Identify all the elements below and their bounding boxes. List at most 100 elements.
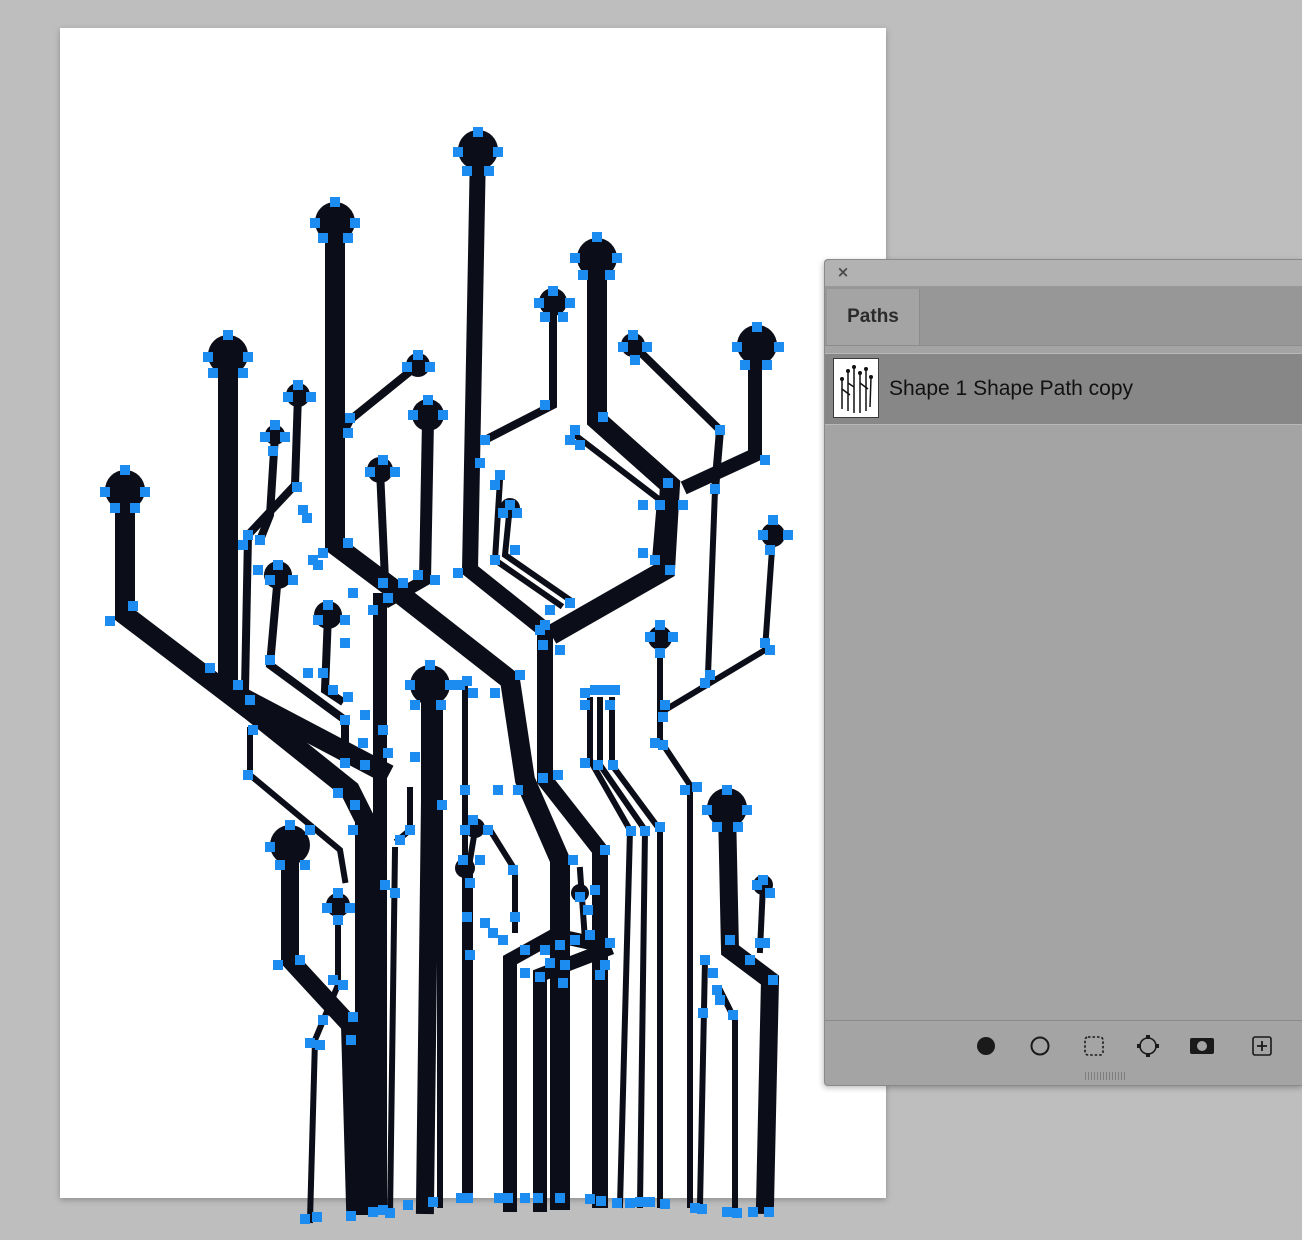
anchor-point (575, 440, 585, 450)
anchor-point (413, 570, 423, 580)
anchor-point (660, 700, 670, 710)
anchor-point (702, 805, 712, 815)
anchor-point (208, 368, 218, 378)
anchor-point (533, 1193, 543, 1203)
anchor-point (545, 958, 555, 968)
load-selection-icon[interactable] (1081, 1033, 1107, 1059)
anchor-point (555, 645, 565, 655)
anchor-point (568, 855, 578, 865)
anchor-point (405, 680, 415, 690)
anchor-point (453, 568, 463, 578)
panel-resize-grip[interactable] (1085, 1072, 1125, 1080)
anchor-point (493, 147, 503, 157)
anchor-point (265, 655, 275, 665)
anchor-point (360, 760, 370, 770)
anchor-point (223, 330, 233, 340)
anchor-point (558, 978, 568, 988)
anchor-point (378, 455, 388, 465)
anchor-point (350, 218, 360, 228)
anchor-point (378, 578, 388, 588)
anchor-point (255, 535, 265, 545)
anchor-point (658, 712, 668, 722)
fill-path-icon[interactable] (973, 1033, 999, 1059)
anchor-point (425, 362, 435, 372)
make-work-path-icon[interactable] (1135, 1033, 1161, 1059)
anchor-point (343, 538, 353, 548)
anchor-point (655, 822, 665, 832)
anchor-point (783, 530, 793, 540)
anchor-point (343, 233, 353, 243)
anchor-point (540, 400, 550, 410)
anchor-point (378, 725, 388, 735)
anchor-point (483, 825, 493, 835)
anchor-point (273, 560, 283, 570)
anchor-point (508, 865, 518, 875)
anchor-point (315, 1040, 325, 1050)
trace (715, 985, 738, 1213)
anchor-point (233, 680, 243, 690)
anchor-point (288, 575, 298, 585)
anchor-point (345, 413, 355, 423)
anchor-point (410, 700, 420, 710)
add-mask-icon[interactable] (1189, 1033, 1215, 1059)
anchor-point (305, 825, 315, 835)
anchor-point (268, 446, 278, 456)
anchor-point (590, 885, 600, 895)
anchor-point (295, 955, 305, 965)
anchor-point (348, 588, 358, 598)
anchor-point (555, 940, 565, 950)
anchor-point (238, 540, 248, 550)
anchor-point (512, 508, 522, 518)
anchor-point (462, 676, 472, 686)
anchor-point (430, 575, 440, 585)
anchor-point (715, 425, 725, 435)
anchor-point (458, 855, 468, 865)
anchor-point (330, 197, 340, 207)
anchor-point (475, 855, 485, 865)
anchor-point (578, 270, 588, 280)
anchor-point (346, 1035, 356, 1045)
anchor-point (592, 232, 602, 242)
anchor-point (600, 685, 610, 695)
anchor-point (535, 625, 545, 635)
close-icon[interactable]: × (835, 264, 851, 280)
path-list-item[interactable]: Shape 1 Shape Path copy (825, 353, 1302, 425)
anchor-point (692, 782, 702, 792)
stroke-path-icon[interactable] (1027, 1033, 1053, 1059)
anchor-point (608, 760, 618, 770)
trace-terminals (105, 130, 785, 917)
panel-titlebar[interactable]: × (825, 260, 1302, 287)
anchor-point (453, 147, 463, 157)
anchor-point (462, 912, 472, 922)
anchor-point (764, 1207, 774, 1217)
anchor-point (340, 638, 350, 648)
anchor-point (385, 1208, 395, 1218)
anchor-point (303, 668, 313, 678)
anchor-point (610, 685, 620, 695)
anchor-point (575, 892, 585, 902)
new-path-icon[interactable] (1249, 1033, 1275, 1059)
anchor-point (110, 503, 120, 513)
anchor-point (238, 368, 248, 378)
trace (660, 531, 777, 715)
tab-paths[interactable]: Paths (827, 289, 920, 345)
anchor-point (605, 938, 615, 948)
anchor-point (732, 1208, 742, 1218)
anchor-point (545, 605, 555, 615)
anchor-point (380, 880, 390, 890)
anchor-point (410, 752, 420, 762)
anchor-point (390, 888, 400, 898)
anchor-point (697, 1204, 707, 1214)
anchor-point (534, 298, 544, 308)
anchor-point (503, 1193, 513, 1203)
anchor-point (498, 935, 508, 945)
anchor-point (642, 342, 652, 352)
anchor-point (318, 1015, 328, 1025)
anchor-point (765, 645, 775, 655)
anchor-point (310, 218, 320, 228)
anchor-point (462, 166, 472, 176)
anchor-point (333, 915, 343, 925)
anchor-point (598, 412, 608, 422)
anchor-point (383, 593, 393, 603)
anchor-point (710, 484, 720, 494)
